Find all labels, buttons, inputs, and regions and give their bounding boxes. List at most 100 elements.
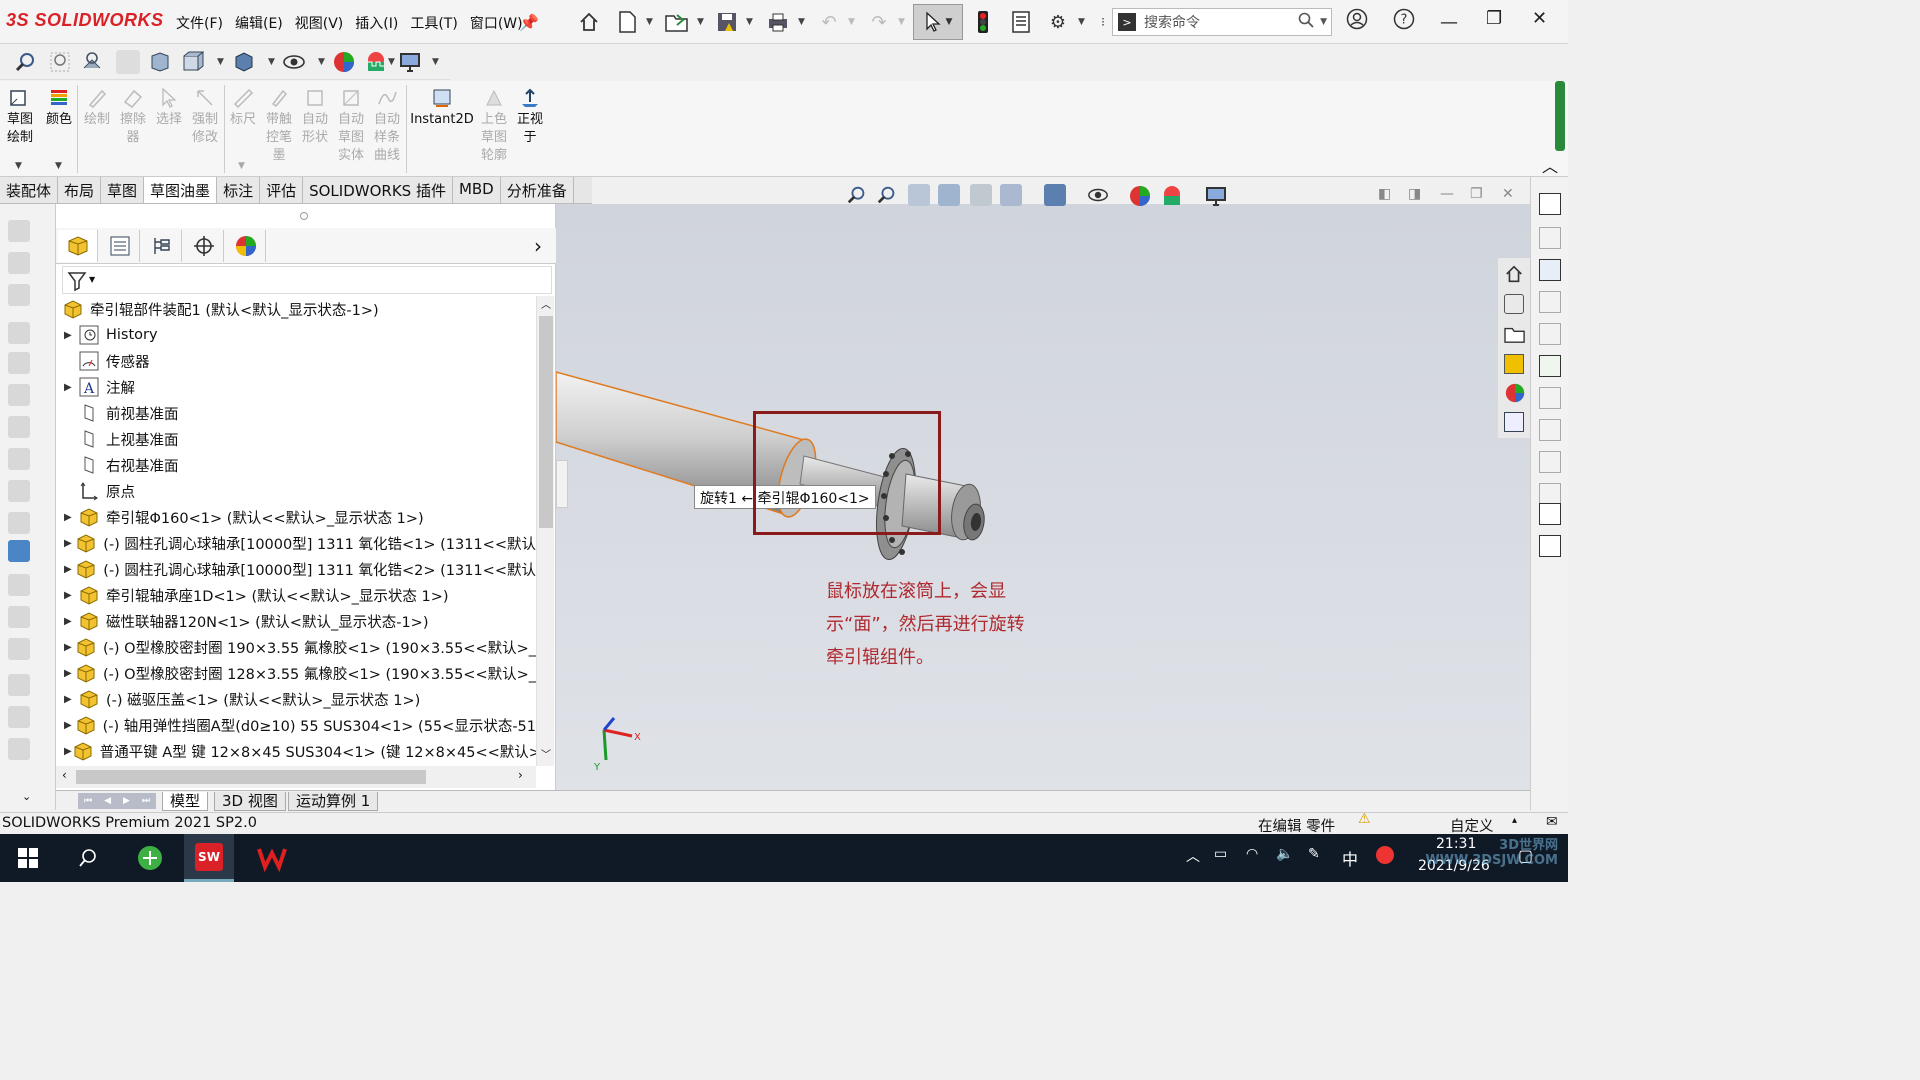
task-pane-item-icon[interactable] [1539,483,1561,505]
chevron-down-icon[interactable]: ▼ [1078,17,1085,27]
expand-arrow-icon[interactable]: ▶ [64,616,78,627]
home-icon[interactable] [576,9,602,35]
solidworks-taskbar-app[interactable]: SW [184,834,234,882]
expand-arrow-icon[interactable]: ▶ [64,382,78,393]
last-tab-icon[interactable]: ⏭ [142,796,150,806]
previous-view-icon[interactable] [80,50,104,74]
chevron-down-icon[interactable]: ▼ [746,17,753,27]
first-tab-icon[interactable]: ⏮ [84,796,92,806]
scrollbar-thumb[interactable] [539,316,553,528]
scroll-up-icon[interactable]: ︿ [541,296,551,311]
chevron-down-icon[interactable]: ▼ [238,161,245,171]
tree-item[interactable]: ▶ A 注解 [56,374,536,400]
expand-arrow-icon[interactable]: ▶ [64,668,75,679]
zoom-area-icon[interactable] [876,184,898,210]
insert-component-icon[interactable] [8,220,30,242]
panel-resize-handle[interactable] [300,212,308,220]
zoom-area-icon[interactable] [48,50,72,74]
tab-feature-manager[interactable] [58,230,98,262]
browser-app-icon[interactable] [134,842,166,874]
dynamic-annotation-icon[interactable] [970,184,992,206]
chevron-down-icon[interactable]: ▼ [55,161,62,171]
tile-right-icon[interactable]: ◨ [1408,186,1421,202]
pen-ink-button[interactable]: 带触 控笔 墨 [262,87,296,165]
tab-evaluate[interactable]: 评估 [260,177,304,203]
view-palette-icon[interactable] [1539,291,1561,313]
tab-3d-view[interactable]: 3D 视图 [214,792,286,811]
save-icon[interactable] [714,9,740,35]
update-speedpak-icon[interactable] [8,606,30,628]
viewport-restore-icon[interactable]: ❐ [1470,186,1483,202]
task-pane-item-icon[interactable] [1539,419,1561,441]
expand-arrow-icon[interactable]: ▶ [64,538,75,549]
table-icon[interactable] [1539,503,1561,525]
help-icon[interactable]: ? [1393,8,1415,35]
close-icon[interactable]: ✕ [1532,8,1547,29]
tab-assembly[interactable]: 装配体 [0,177,59,203]
tab-solidworks-addins[interactable]: SOLIDWORKS 插件 [303,177,453,203]
tree-item[interactable]: ▶ (-) O型橡胶密封圈 128×3.55 氟橡胶<1> (190×3.55<<… [56,660,536,686]
view-palette-icon[interactable] [1504,354,1524,374]
open-folder-icon[interactable] [664,9,690,35]
tree-item[interactable]: ▶ (-) 圆柱孔调心球轴承[10000型] 1311 氧化锆<1> (1311<… [56,530,536,556]
tree-item[interactable]: 前视基准面 [56,400,536,426]
expand-arrow-icon[interactable]: ▶ [64,512,78,523]
file-explorer-icon[interactable] [1539,259,1561,281]
search-icon[interactable] [72,842,104,874]
chevron-down-icon[interactable]: ▼ [697,17,704,27]
design-library-icon[interactable] [1539,227,1561,249]
solidworks-resources-icon[interactable] [1539,193,1561,215]
task-pane-item-icon[interactable] [1539,451,1561,473]
tab-markup[interactable]: 标注 [217,177,261,203]
eraser-button[interactable]: 擦除 器 [116,87,150,147]
edit-appearance-icon[interactable] [332,50,356,74]
new-document-icon[interactable] [614,9,640,35]
user-account-icon[interactable] [1346,8,1368,35]
auto-shape-button[interactable]: 自动 形状 [298,87,332,147]
pin-icon[interactable]: 📌 [516,9,542,35]
display-style-icon[interactable] [1044,184,1066,206]
select-tool-button[interactable]: ▼ [913,4,963,40]
tab-scroll-arrows[interactable]: ⏮ ◀ ▶ ⏭ [78,793,156,809]
expand-arrow-icon[interactable]: ▶ [64,590,78,601]
chevron-down-icon[interactable]: ▼ [898,17,905,27]
sketch-draw-button[interactable]: 草图 绘制 [3,87,37,147]
tab-motion-study[interactable]: 运动算例 1 [288,792,379,811]
prev-tab-icon[interactable]: ◀ [104,796,111,806]
chevron-right-icon[interactable]: › [534,234,542,258]
expand-arrow-icon[interactable]: ▶ [64,330,78,341]
tab-model[interactable]: 模型 [162,792,209,811]
draw-button[interactable]: 绘制 [80,87,114,129]
open-folder-icon[interactable] [1504,324,1526,348]
chevron-down-icon[interactable]: ⌄ [22,790,31,803]
apply-scene-icon[interactable] [364,50,388,74]
expand-arrow-icon[interactable]: ▶ [64,564,75,575]
tab-analysis-prep[interactable]: 分析准备 [500,177,574,203]
tree-item[interactable]: ▶ 普通平键 A型 键 12×8×45 SUS304<1> (键 12×8×45<… [56,738,536,764]
auto-sketch-entity-button[interactable]: 自动 草图 实体 [334,87,368,165]
exploded-view-icon[interactable] [8,540,30,562]
tree-item[interactable]: ▶ (-) 圆柱孔调心球轴承[10000型] 1311 氧化锆<2> (1311<… [56,556,536,582]
menu-file[interactable]: 文件(F) [176,13,223,33]
tree-item[interactable]: 原点 [56,478,536,504]
mate-icon[interactable] [8,252,30,274]
restore-icon[interactable]: ❐ [1486,8,1502,29]
tree-root-assembly[interactable]: 牵引辊部件装配1 (默认<默认_显示状态-1>) [56,296,536,322]
tree-item[interactable]: ▶ 磁性联轴器120N<1> (默认<默认_显示状态-1>) [56,608,536,634]
color-button[interactable]: 颜色 [42,87,76,129]
scroll-right-icon[interactable]: › [518,768,523,782]
battery-icon[interactable]: ▭ [1214,846,1227,862]
home-view-icon[interactable] [1504,264,1524,288]
appearances-icon[interactable] [1539,323,1561,345]
tab-sketch[interactable]: 草图 [101,177,145,203]
reference-geometry-icon[interactable] [8,448,30,470]
tree-item[interactable]: 传感器 [56,348,536,374]
chevron-down-icon[interactable]: ▼ [217,57,224,67]
zoom-to-fit-icon[interactable] [14,50,38,74]
scrollbar-thumb[interactable] [76,770,426,784]
auto-spline-button[interactable]: 自动 样条 曲线 [370,87,404,165]
tab-configuration-manager[interactable] [142,230,182,262]
chevron-down-icon[interactable]: ▼ [848,17,855,27]
expand-arrow-icon[interactable]: ▶ [64,694,78,705]
next-tab-icon[interactable]: ▶ [123,796,130,806]
